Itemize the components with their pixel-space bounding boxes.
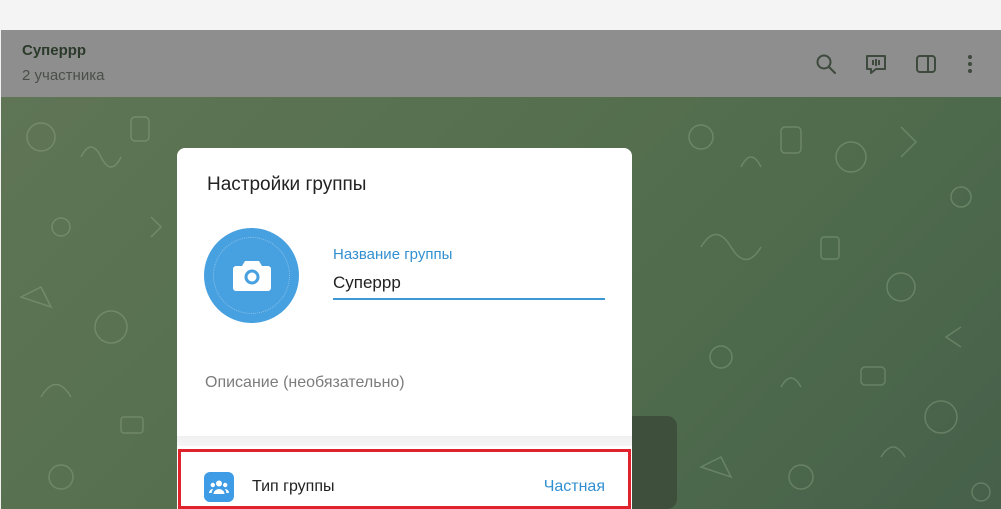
camera-icon [233,261,271,291]
dialog-title: Настройки группы [207,174,367,195]
group-type-value: Частная [543,478,605,495]
window-top-strip [0,0,1001,30]
description-input[interactable] [205,370,605,396]
app-window: Суперрр 2 участника Настройки группы Наз… [0,0,1001,509]
sidebar-toggle-icon[interactable] [914,52,938,76]
group-photo-upload-button[interactable] [204,228,299,323]
section-divider [177,436,632,446]
voice-chat-icon[interactable] [864,52,888,76]
chat-header: Суперрр 2 участника [1,30,1001,97]
chat-title[interactable]: Суперрр [22,42,86,59]
group-settings-dialog: Настройки группы Название группы Суперрр… [177,148,632,509]
group-name-label: Название группы [333,246,453,263]
more-vertical-icon[interactable] [958,52,982,76]
group-people-icon [204,472,234,502]
search-icon[interactable] [814,52,838,76]
group-type-row[interactable]: Тип группы Частная [177,446,632,509]
group-type-label: Тип группы [252,478,335,495]
group-name-input[interactable] [333,268,605,300]
chat-members-count[interactable]: 2 участника [22,67,104,84]
